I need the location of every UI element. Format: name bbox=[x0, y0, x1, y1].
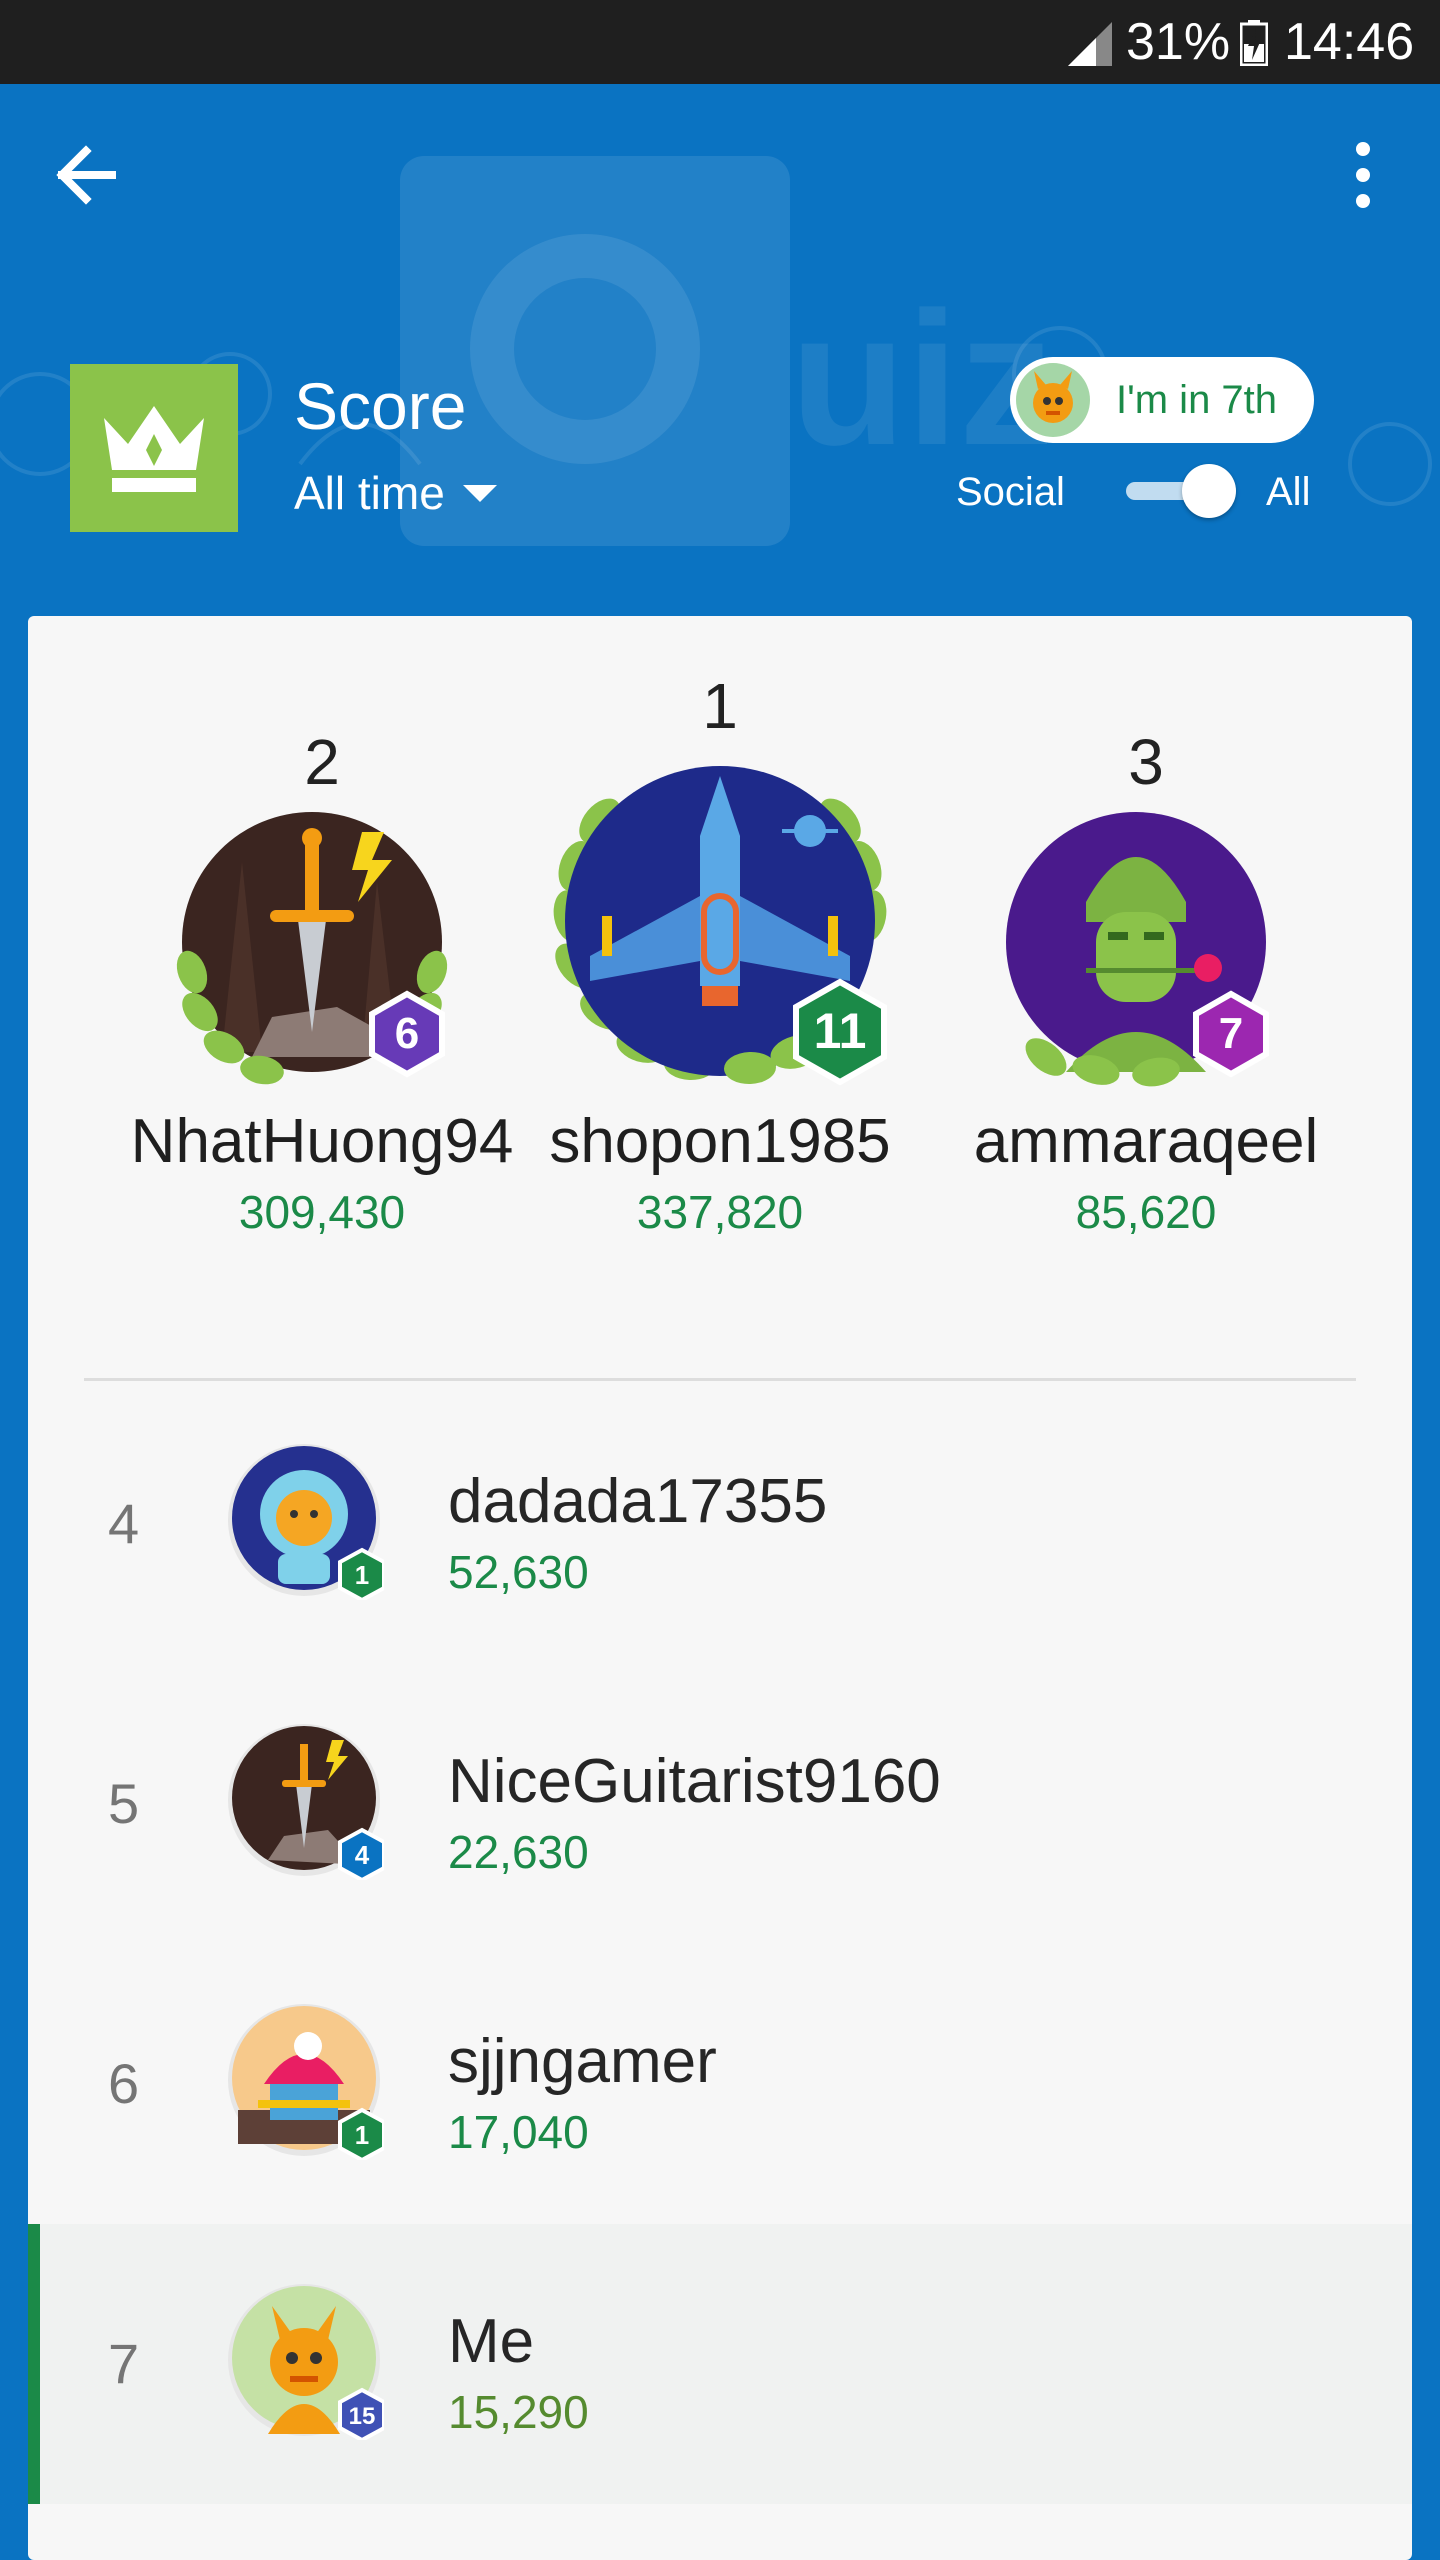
clock: 14:46 bbox=[1284, 13, 1415, 71]
row-player-name: dadada17355 bbox=[448, 1467, 828, 1536]
podium-player-score: 337,820 bbox=[636, 1186, 804, 1238]
avatar: 11 bbox=[553, 766, 887, 1086]
podium-player-score: 85,620 bbox=[1075, 1186, 1217, 1238]
leaderboard-row-me[interactable]: 7 15 Me 15,290 bbox=[28, 2224, 1412, 2504]
podium-rank: 2 bbox=[304, 726, 340, 798]
battery-percent: 31% bbox=[1126, 13, 1231, 71]
podium-rank: 1 bbox=[702, 670, 738, 742]
level-badge: 15 bbox=[349, 2403, 376, 2430]
my-rank-label: I'm in 7th bbox=[1116, 378, 1278, 422]
podium-third-place[interactable]: 3 7 ammaraqeel 85,620 bbox=[946, 722, 1346, 1242]
my-avatar bbox=[1016, 363, 1090, 437]
podium-player-score: 309,430 bbox=[238, 1186, 406, 1238]
level-badge: 1 bbox=[355, 1560, 369, 1590]
avatar: 7 bbox=[1006, 812, 1269, 1087]
level-badge: 11 bbox=[814, 1003, 867, 1059]
level-badge: 6 bbox=[395, 1009, 419, 1058]
leaderboard-row[interactable]: 6 1 sjjngamer 17,040 bbox=[28, 1944, 1412, 2224]
level-badge: 1 bbox=[355, 2120, 369, 2150]
leaderboard-row[interactable]: 4 1 dadada17355 52,630 bbox=[28, 1384, 1412, 1664]
row-player-score: 22,630 bbox=[448, 1826, 589, 1878]
podium-first-place[interactable]: 1 11 shopon1985 337,820 bbox=[520, 666, 920, 1242]
row-rank: 4 bbox=[108, 1492, 140, 1555]
row-player-score: 15,290 bbox=[448, 2386, 589, 2438]
row-player-name: NiceGuitarist9160 bbox=[448, 1747, 941, 1816]
status-bar: 31% 14:46 bbox=[0, 0, 1440, 84]
score-category-tile bbox=[70, 364, 238, 532]
period-dropdown-label: All time bbox=[294, 467, 445, 519]
row-player-score: 17,040 bbox=[448, 2106, 589, 2158]
toggle-knob[interactable] bbox=[1182, 464, 1236, 518]
leaderboard-row[interactable]: 5 4 NiceGuitarist9160 22,630 bbox=[28, 1664, 1412, 1944]
period-dropdown[interactable]: All time bbox=[294, 458, 497, 528]
podium-player-name: ammaraqeel bbox=[973, 1107, 1319, 1176]
avatar: 15 bbox=[228, 2284, 384, 2440]
current-user-indicator bbox=[28, 2224, 40, 2504]
row-player-name: Me bbox=[448, 2307, 535, 2376]
page-title: Score bbox=[294, 369, 467, 443]
crown-icon bbox=[104, 406, 204, 492]
row-player-score: 52,630 bbox=[448, 1546, 589, 1598]
leaderboard-card: 2 6 NhatHuong94 309,430 1 11 shopon1985 … bbox=[28, 616, 1412, 2560]
row-rank: 7 bbox=[108, 2332, 140, 2395]
avatar: 6 bbox=[176, 812, 448, 1085]
leaderboard-header: uiz bbox=[0, 84, 1440, 624]
back-arrow-icon[interactable] bbox=[40, 130, 130, 220]
podium-player-name: NhatHuong94 bbox=[130, 1107, 514, 1176]
podium-rank: 3 bbox=[1128, 726, 1164, 798]
podium-second-place[interactable]: 2 6 NhatHuong94 309,430 bbox=[122, 722, 522, 1242]
quiz-logo-q bbox=[470, 234, 700, 464]
level-badge: 4 bbox=[355, 1840, 370, 1870]
avatar: 1 bbox=[228, 2004, 384, 2160]
row-rank: 5 bbox=[108, 1772, 140, 1835]
row-rank: 6 bbox=[108, 2052, 140, 2115]
chevron-down-icon bbox=[462, 484, 497, 502]
row-player-name: sjjngamer bbox=[448, 2027, 717, 2096]
level-badge: 7 bbox=[1219, 1009, 1243, 1058]
avatar: 1 bbox=[228, 1444, 384, 1600]
signal-icon bbox=[1068, 22, 1112, 66]
battery-icon bbox=[1240, 20, 1268, 66]
more-options-icon[interactable] bbox=[1318, 130, 1408, 220]
toggle-all-label[interactable]: All bbox=[1266, 464, 1310, 520]
my-rank-button[interactable]: I'm in 7th bbox=[1010, 357, 1314, 443]
toggle-social-label[interactable]: Social bbox=[956, 464, 1065, 520]
avatar: 4 bbox=[228, 1724, 384, 1880]
podium-player-name: shopon1985 bbox=[549, 1107, 891, 1176]
podium-divider bbox=[84, 1378, 1356, 1381]
